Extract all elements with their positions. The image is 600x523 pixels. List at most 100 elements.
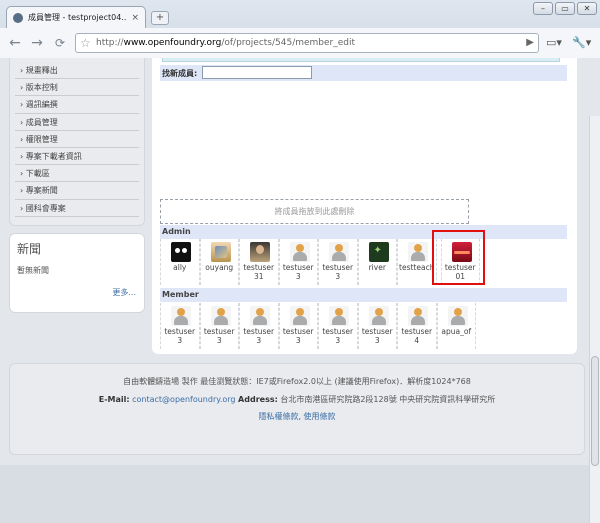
browser-tab[interactable]: 成員管理 - testproject04... × (6, 6, 146, 28)
member-section-title: Member (160, 288, 567, 302)
member-name: testuser3 (203, 327, 235, 345)
new-tab-button[interactable]: + (151, 11, 169, 25)
sidebar-item-project-news[interactable]: › 專案新聞 (15, 182, 139, 200)
member-name: testuser3 (164, 327, 196, 345)
member-card[interactable]: testuser4 (397, 303, 437, 349)
member-name: ally (173, 263, 187, 272)
sidebar-item-permissions[interactable]: › 權限管理 (15, 131, 139, 148)
sidebar-item-version-control[interactable]: › 版本控制 (15, 79, 139, 97)
scrollbar-thumb[interactable] (591, 356, 599, 466)
find-member-input[interactable] (202, 66, 312, 79)
maximize-button[interactable]: ▭ (555, 2, 575, 15)
news-heading: 新聞 (17, 242, 42, 256)
sidebar-item-newsletter[interactable]: › 週訊編撰 (15, 96, 139, 114)
sidebar-item-downloaders[interactable]: › 專案下載者資訊 (15, 148, 139, 166)
forward-icon[interactable]: → (28, 34, 46, 52)
member-card[interactable]: ally (160, 239, 200, 285)
site-footer: 自由軟體鑄造場 製作 最佳瀏覽狀態：IE7或Firefox2.0以上 (建議使用… (9, 363, 585, 455)
member-edit-panel: 找新成員: 將成員拖放到此處刪除 Admin ally ouyang testu… (152, 58, 577, 354)
minimize-button[interactable]: – (533, 2, 553, 15)
member-card[interactable]: testuser3 (239, 303, 279, 349)
member-card[interactable]: testuser3 (318, 239, 358, 285)
find-member-bar: 找新成員: (160, 65, 567, 81)
avatar (289, 306, 310, 326)
vertical-scrollbar[interactable] (589, 116, 600, 523)
member-card[interactable]: river (357, 239, 397, 285)
footer-links: 隱私權條款, 使用條款 (10, 411, 584, 422)
member-name: apua_of (441, 327, 472, 336)
go-icon[interactable]: ▶ (526, 37, 534, 48)
member-card[interactable]: ouyang (199, 239, 239, 285)
member-name: testuser4 (401, 327, 433, 345)
browser-chrome: 成員管理 - testproject04... × + – ▭ ✕ ← → ⟳ … (0, 0, 600, 58)
avatar (250, 306, 270, 326)
avatar (289, 242, 310, 262)
sidebar-item-downloads[interactable]: › 下載區 (15, 165, 139, 183)
news-more-link[interactable]: 更多... (112, 287, 136, 298)
footer-contact: E-Mail: contact@openfoundry.org Address:… (10, 394, 584, 405)
reload-icon[interactable]: ⟳ (51, 34, 69, 52)
bookmark-star-icon[interactable]: ☆ (80, 36, 91, 50)
back-icon[interactable]: ← (6, 34, 24, 52)
tab-title: 成員管理 - testproject04... (28, 13, 127, 22)
admin-section-title: Admin (160, 225, 567, 239)
member-card[interactable]: testteach (397, 239, 437, 285)
sidebar-item-release[interactable]: › 規畫釋出 (15, 62, 139, 80)
member-card[interactable]: testuser3 (278, 303, 318, 349)
member-card[interactable]: apua_of (436, 303, 476, 349)
wrench-icon[interactable]: 🔧▾ (572, 36, 591, 49)
avatar (447, 306, 468, 326)
address-text: 台北市南港區研究院路2段128號 中央研究院資訊科學研究所 (280, 395, 496, 404)
member-card[interactable]: testuser3 (318, 303, 358, 349)
page-menu-icon[interactable]: ▭▾ (546, 36, 562, 49)
url-scheme: http:// (96, 38, 124, 48)
member-name: testuser3 (243, 327, 275, 345)
member-name: testuser3 (282, 263, 314, 281)
find-member-label: 找新成員: (162, 69, 198, 78)
avatar (329, 306, 349, 326)
member-name: testuser31 (243, 263, 275, 281)
avatar (210, 306, 231, 326)
news-empty-text: 暫無新聞 (17, 266, 49, 275)
address-bar[interactable]: ☆ http:// www.openfoundry.org /of/projec… (75, 33, 539, 53)
member-name: testuser3 (282, 327, 314, 345)
footer-credits: 自由軟體鑄造場 製作 最佳瀏覽狀態：IE7或Firefox2.0以上 (建議使用… (123, 377, 471, 386)
address-label: Address: (238, 395, 278, 404)
sidebar-item-nsc-project[interactable]: › 國科會專案 (15, 200, 139, 217)
avatar (408, 242, 428, 262)
member-card[interactable]: testuser3 (160, 303, 200, 349)
avatar (210, 242, 231, 262)
url-path: /of/projects/545/member_edit (221, 38, 356, 48)
avatar (171, 242, 191, 262)
avatar (368, 242, 389, 262)
member-name: testuser3 (361, 327, 393, 345)
member-card[interactable]: testuser3 (278, 239, 318, 285)
sidebar-item-members[interactable]: › 成員管理 (15, 114, 139, 131)
sidebar-menu: › 規畫釋出 › 版本控制 › 週訊編撰 › 成員管理 › 權限管理 › 專案下… (9, 58, 145, 226)
avatar (171, 306, 191, 326)
member-name: ouyang (205, 263, 234, 272)
member-card[interactable]: testuser3 (199, 303, 239, 349)
favicon-icon (13, 12, 23, 23)
url-domain: www.openfoundry.org (123, 38, 222, 48)
avatar (250, 242, 270, 262)
privacy-link[interactable]: 隱私權條款 (258, 412, 298, 421)
news-box: 新聞 暫無新聞 更多... (9, 233, 145, 313)
avatar (329, 242, 349, 262)
member-card[interactable]: testuser3 (357, 303, 397, 349)
member-name: testuser3 (322, 263, 354, 281)
tab-close-icon[interactable]: × (131, 13, 139, 23)
highlight-box (432, 230, 485, 285)
email-link[interactable]: contact@openfoundry.org (132, 395, 235, 404)
avatar (408, 306, 428, 326)
terms-link[interactable]: 使用條款 (304, 412, 336, 421)
browser-toolbar: ← → ⟳ ☆ http:// www.openfoundry.org /of/… (0, 28, 600, 58)
top-strip (162, 58, 560, 62)
member-name: testteach (399, 263, 435, 272)
page-viewport: › 規畫釋出 › 版本控制 › 週訊編撰 › 成員管理 › 權限管理 › 專案下… (0, 58, 600, 523)
email-label: E-Mail: (98, 395, 130, 404)
close-window-button[interactable]: ✕ (577, 2, 597, 15)
avatar (368, 306, 389, 326)
delete-drop-zone[interactable]: 將成員拖放到此處刪除 (160, 199, 469, 224)
member-card[interactable]: testuser31 (239, 239, 279, 285)
